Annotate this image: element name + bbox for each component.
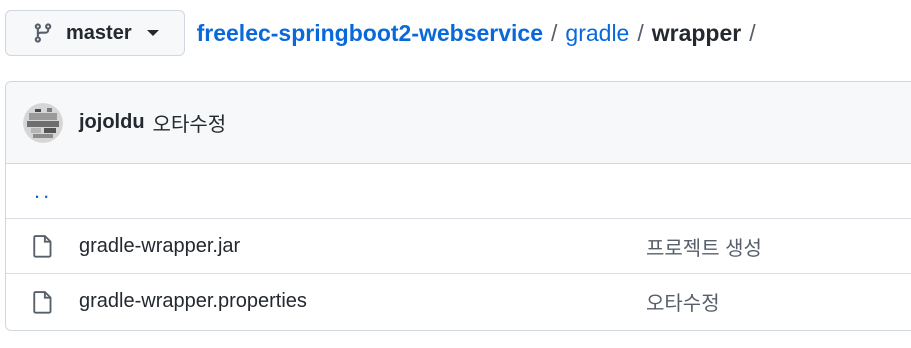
parent-directory-link[interactable]: .. xyxy=(34,178,52,204)
avatar[interactable] xyxy=(23,102,63,143)
breadcrumb-repo-link[interactable]: freelec-springboot2-webservice xyxy=(197,20,543,47)
git-branch-icon xyxy=(34,23,52,43)
breadcrumb-separator: / xyxy=(749,19,756,46)
file-commit-message-link[interactable]: 프로젝트 생성 xyxy=(646,232,762,261)
breadcrumb-separator: / xyxy=(551,19,558,46)
file-name-link[interactable]: gradle-wrapper.properties xyxy=(79,290,307,313)
file-icon xyxy=(33,290,52,314)
breadcrumb: freelec-springboot2-webservice / gradle … xyxy=(197,20,764,47)
commit-message-link[interactable]: 오타수정 xyxy=(153,108,227,137)
commit-author-link[interactable]: jojoldu xyxy=(79,111,145,134)
branch-label: master xyxy=(66,21,132,44)
breadcrumb-folder-link[interactable]: gradle xyxy=(565,20,629,47)
repo-navigation: master freelec-springboot2-webservice / … xyxy=(5,8,911,58)
file-commit-message-link[interactable]: 오타수정 xyxy=(646,287,720,316)
file-name-link[interactable]: gradle-wrapper.jar xyxy=(79,235,240,258)
avatar-image xyxy=(23,102,63,143)
file-icon xyxy=(33,235,52,258)
branch-select-button[interactable]: master xyxy=(5,10,185,56)
breadcrumb-current: wrapper xyxy=(651,19,742,46)
parent-directory-row[interactable]: .. xyxy=(6,164,911,219)
breadcrumb-separator: / xyxy=(637,19,644,46)
caret-down-icon xyxy=(146,30,159,36)
file-row[interactable]: gradle-wrapper.properties 오타수정 xyxy=(6,274,911,329)
file-row[interactable]: gradle-wrapper.jar 프로젝트 생성 xyxy=(6,219,911,274)
latest-commit-bar: jojoldu 오타수정 xyxy=(6,82,911,164)
file-browser: jojoldu 오타수정 .. gradle-wrapper.jar 프로젝트 … xyxy=(5,81,911,331)
